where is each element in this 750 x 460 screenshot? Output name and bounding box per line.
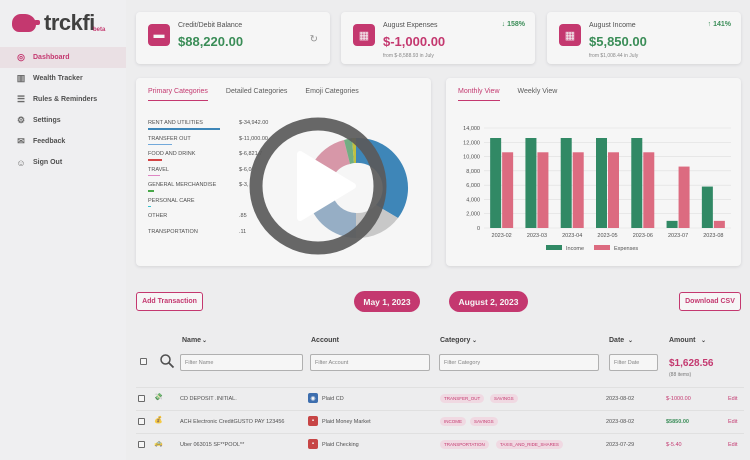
play-icon[interactable] <box>248 116 388 256</box>
